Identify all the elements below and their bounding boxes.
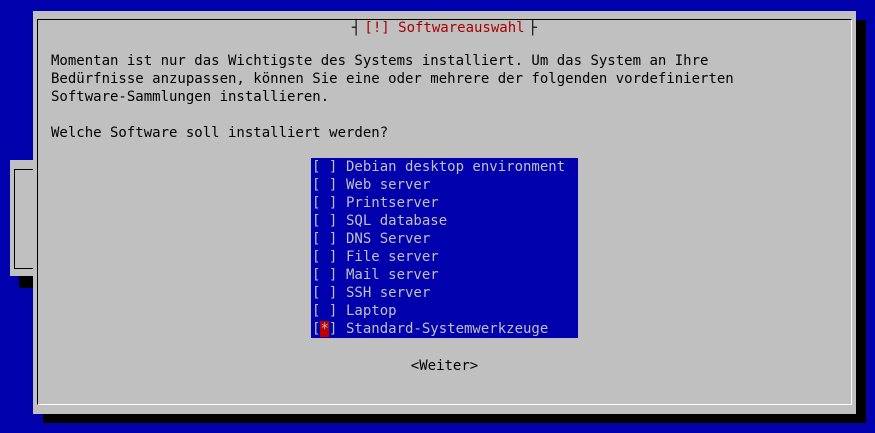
software-item-label: File server bbox=[346, 249, 439, 265]
software-selection-dialog: ┤ [!] Softwareauswahl ├ Momentan ist nur d… bbox=[33, 11, 856, 414]
dialog-question: Welche Software soll installiert werden? bbox=[51, 125, 389, 141]
software-item[interactable]: [ ] Mail server bbox=[312, 266, 578, 284]
software-item-label: Standard-Systemwerkzeuge bbox=[346, 321, 549, 337]
check-mark-icon: * bbox=[320, 321, 329, 337]
checkbox[interactable]: [ ] bbox=[312, 230, 346, 248]
checkbox[interactable]: [ ] bbox=[312, 194, 346, 212]
checkbox[interactable]: [ ] bbox=[312, 248, 346, 266]
checkbox[interactable]: [ ] bbox=[312, 302, 346, 320]
software-item[interactable]: [ ] SQL database bbox=[312, 212, 578, 230]
checkbox[interactable]: [ ] bbox=[312, 212, 346, 230]
dialog-title: ┤ [!] Softwareauswahl ├ bbox=[351, 20, 538, 36]
software-list[interactable]: [ ] Debian desktop environment [ ] Web s… bbox=[311, 158, 578, 338]
software-item[interactable]: [ ] Debian desktop environment bbox=[312, 158, 578, 176]
software-item[interactable]: [ ] Laptop bbox=[312, 302, 578, 320]
checkbox[interactable]: [ ] bbox=[312, 176, 346, 194]
software-item-label: DNS Server bbox=[346, 231, 431, 247]
software-item-label: Printserver bbox=[346, 195, 439, 211]
software-item[interactable]: [ ] DNS Server bbox=[312, 230, 578, 248]
software-item[interactable]: [ ] SSH server bbox=[312, 284, 578, 302]
checkbox[interactable]: [ ] bbox=[312, 284, 346, 302]
continue-button[interactable]: <Weiter> bbox=[33, 357, 856, 375]
software-item-label: Laptop bbox=[346, 303, 397, 319]
software-item[interactable]: [ ] Printserver bbox=[312, 194, 578, 212]
checkbox-checked[interactable]: [*] bbox=[312, 320, 346, 338]
software-item[interactable]: [ ] Web server bbox=[312, 176, 578, 194]
dialog-title-text: [!] Softwareauswahl bbox=[360, 20, 529, 36]
checkbox[interactable]: [ ] bbox=[312, 158, 346, 176]
software-item-label: SSH server bbox=[346, 285, 431, 301]
dialog-description: Momentan ist nur das Wichtigste des Syst… bbox=[51, 53, 734, 105]
checkbox[interactable]: [ ] bbox=[312, 266, 346, 284]
software-item[interactable]: [ ] File server bbox=[312, 248, 578, 266]
software-item-label: Debian desktop environment bbox=[346, 159, 566, 175]
software-item-label: Web server bbox=[346, 177, 431, 193]
software-item-selected[interactable]: [*] Standard-Systemwerkzeuge bbox=[312, 320, 578, 338]
software-item-label: SQL database bbox=[346, 213, 448, 229]
software-item-label: Mail server bbox=[346, 267, 439, 283]
